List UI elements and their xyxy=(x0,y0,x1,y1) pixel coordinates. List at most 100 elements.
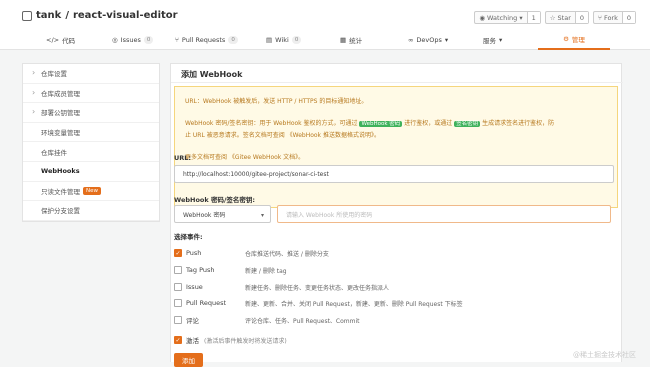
event-desc: 新建、更新、合并、关闭 Pull Request，新建、更新、删除 Pull R… xyxy=(245,299,463,308)
new-badge: New xyxy=(83,187,101,195)
caret-down-icon: ▾ xyxy=(519,14,522,22)
event-row-push[interactable]: ✓ Push 仓库推送代码、推送 / 删除分支 xyxy=(174,247,614,259)
notice-line-url: URL：WebHook 被触发后，发送 HTTP / HTTPS 的目标通知地址… xyxy=(185,96,367,105)
issue-checkbox[interactable] xyxy=(174,283,182,291)
signing-key-tag: 签名密钥 xyxy=(454,121,480,127)
tab-badge: 0 xyxy=(292,36,302,44)
sidebar-item-protected-branches[interactable]: 保护分支设置 xyxy=(23,201,159,221)
wiki-icon: ▤ xyxy=(266,36,272,44)
fork-count[interactable]: 0 xyxy=(622,12,635,23)
notice-text: 进行鉴权，或通过 xyxy=(404,120,452,127)
tab-badge: 0 xyxy=(144,36,154,44)
tab-pull-requests[interactable]: ⑂ Pull Requests 0 xyxy=(175,30,238,50)
sidebar-item-label: 环境变量管理 xyxy=(41,127,80,137)
tab-label: DevOps xyxy=(416,36,441,44)
chevron-down-icon: ▾ xyxy=(261,212,264,219)
url-input[interactable]: http://localhost:10000/gitee-project/son… xyxy=(174,165,614,183)
tab-label: Wiki xyxy=(275,36,289,44)
repo-title: tank / react-visual-editor xyxy=(22,10,178,21)
repo-separator: / xyxy=(65,10,69,21)
event-row-issue[interactable]: Issue 新建任务、删除任务、变更任务状态、更改任务指派人 xyxy=(174,281,614,293)
notice-line-secret: WebHook 密码/签名密钥：用于 WebHook 鉴权的方式，可通过 Web… xyxy=(185,118,554,127)
notice-line-more-docs[interactable]: 更多文档可查阅 《Gitee WebHook 文档》。 xyxy=(185,152,304,161)
sidebar-item-label: 仓库挂件 xyxy=(41,147,67,157)
fork-label: Fork xyxy=(604,14,618,22)
star-label: Star xyxy=(558,14,571,22)
tab-badge: 0 xyxy=(228,36,238,44)
repo-tabs: </> 代码 ◎ Issues 0 ⑂ Pull Requests 0 ▤ Wi… xyxy=(0,30,650,50)
sidebar-item-label: 仓库设置 xyxy=(41,68,67,78)
event-row-tag-push[interactable]: Tag Push 新建 / 删除 tag xyxy=(174,264,614,276)
repo-actions: ◉Watching▾ 1 ☆Star 0 ⑂Fork 0 xyxy=(474,11,636,24)
notice-text: WebHook 密码/签名密钥：用于 WebHook 鉴权的方式，可通过 xyxy=(185,120,358,127)
sidebar-item-label: 部署公钥管理 xyxy=(41,107,80,117)
event-row-pull-request[interactable]: Pull Request 新建、更新、合并、关闭 Pull Request，新建… xyxy=(174,297,614,309)
activate-label: 激活 xyxy=(186,335,199,345)
star-button[interactable]: ☆Star 0 xyxy=(545,11,589,24)
event-row-comment[interactable]: 评论 评论仓库、任务、Pull Request、Commit xyxy=(174,314,614,326)
webhook-form-panel: 添加 WebHook URL：WebHook 被触发后，发送 HTTP / HT… xyxy=(170,63,622,362)
page-title: 添加 WebHook xyxy=(181,69,242,80)
issue-icon: ◎ xyxy=(112,36,118,44)
fork-button[interactable]: ⑂Fork 0 xyxy=(593,11,636,24)
secret-input[interactable]: 请输入 WebHook 所使用的密码 xyxy=(277,205,611,223)
sidebar-item-members[interactable]: 仓库成员管理 xyxy=(23,84,159,104)
star-count[interactable]: 0 xyxy=(575,12,588,23)
webhook-notice: URL：WebHook 被触发后，发送 HTTP / HTTPS 的目标通知地址… xyxy=(174,86,618,208)
tab-label: 统计 xyxy=(349,35,362,45)
activate-checkbox[interactable]: ✓ xyxy=(174,336,182,344)
tab-label: Pull Requests xyxy=(182,36,225,44)
comment-checkbox[interactable] xyxy=(174,316,182,324)
event-name: 评论 xyxy=(186,315,199,325)
watermark: @稀土掘金技术社区 xyxy=(573,350,636,360)
star-icon: ☆ xyxy=(550,14,556,22)
tag-push-checkbox[interactable] xyxy=(174,266,182,274)
tab-label: 管理 xyxy=(572,34,585,44)
secret-type-select[interactable]: WebHook 密码 ▾ xyxy=(174,205,271,223)
sidebar-item-env-vars[interactable]: 环境变量管理 xyxy=(23,123,159,143)
webhook-password-tag: WebHook 密码 xyxy=(359,121,402,127)
tab-services[interactable]: 服务 ▾ xyxy=(483,30,502,50)
tab-wiki[interactable]: ▤ Wiki 0 xyxy=(266,30,301,50)
notice-line-signature-doc[interactable]: 止 URL 被恶意请求。签名文档可查阅 《WebHook 推送数据格式说明》。 xyxy=(185,130,380,139)
eye-icon: ◉ xyxy=(479,14,485,22)
event-desc: 仓库推送代码、推送 / 删除分支 xyxy=(245,249,329,258)
tab-label: 服务 xyxy=(483,35,496,45)
watch-button[interactable]: ◉Watching▾ 1 xyxy=(474,11,540,24)
activate-desc: (激活后事件触发时将发送请求) xyxy=(204,336,287,345)
watch-label: Watching xyxy=(487,14,517,22)
tab-issues[interactable]: ◎ Issues 0 xyxy=(112,30,153,50)
sidebar-item-label: 只读文件管理 xyxy=(41,186,80,196)
sidebar-item-widgets[interactable]: 仓库挂件 xyxy=(23,142,159,162)
repo-name-link[interactable]: react-visual-editor xyxy=(73,10,178,21)
tab-label: 代码 xyxy=(62,35,75,45)
tab-stats[interactable]: ▦ 统计 xyxy=(340,30,362,50)
event-name: Push xyxy=(186,249,201,257)
push-checkbox[interactable]: ✓ xyxy=(174,249,182,257)
code-icon: </> xyxy=(46,36,59,44)
pull-request-checkbox[interactable] xyxy=(174,299,182,307)
secret-label: WebHook 密码/签名密钥: xyxy=(174,194,255,204)
activate-row[interactable]: ✓ 激活 (激活后事件触发时将发送请求) xyxy=(174,334,614,346)
watch-count[interactable]: 1 xyxy=(527,12,540,23)
event-name: Issue xyxy=(186,283,203,291)
url-label: URL: xyxy=(174,154,191,162)
repo-owner-link[interactable]: tank xyxy=(36,10,61,21)
event-desc: 新建 / 删除 tag xyxy=(245,266,287,275)
sidebar-item-webhooks[interactable]: WebHooks xyxy=(23,162,159,182)
sidebar-item-label: 仓库成员管理 xyxy=(41,88,80,98)
event-desc: 新建任务、删除任务、变更任务状态、更改任务指派人 xyxy=(245,283,389,292)
sidebar-item-deploy-keys[interactable]: 部署公钥管理 xyxy=(23,103,159,123)
repo-icon xyxy=(22,11,32,21)
sidebar-item-label: 保护分支设置 xyxy=(41,205,80,215)
tab-manage[interactable]: ⚙ 管理 xyxy=(538,30,610,50)
sidebar-item-readonly-files[interactable]: 只读文件管理New xyxy=(23,182,159,202)
events-label: 选择事件: xyxy=(174,231,203,241)
fork-icon: ⑂ xyxy=(598,14,602,22)
settings-sidebar: 仓库设置 仓库成员管理 部署公钥管理 环境变量管理 仓库挂件 WebHooks … xyxy=(22,63,160,222)
tab-devops[interactable]: ∞ DevOps ▾ xyxy=(408,30,448,50)
event-desc: 评论仓库、任务、Pull Request、Commit xyxy=(245,316,360,325)
tab-code[interactable]: </> 代码 xyxy=(46,30,75,50)
add-webhook-button[interactable]: 添加 xyxy=(174,353,203,367)
sidebar-item-repo-settings[interactable]: 仓库设置 xyxy=(23,64,159,84)
